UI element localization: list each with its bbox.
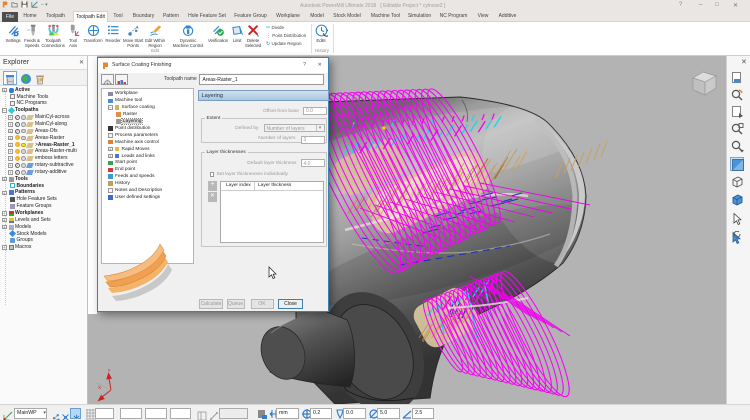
svg-text:Y: Y bbox=[108, 368, 111, 373]
